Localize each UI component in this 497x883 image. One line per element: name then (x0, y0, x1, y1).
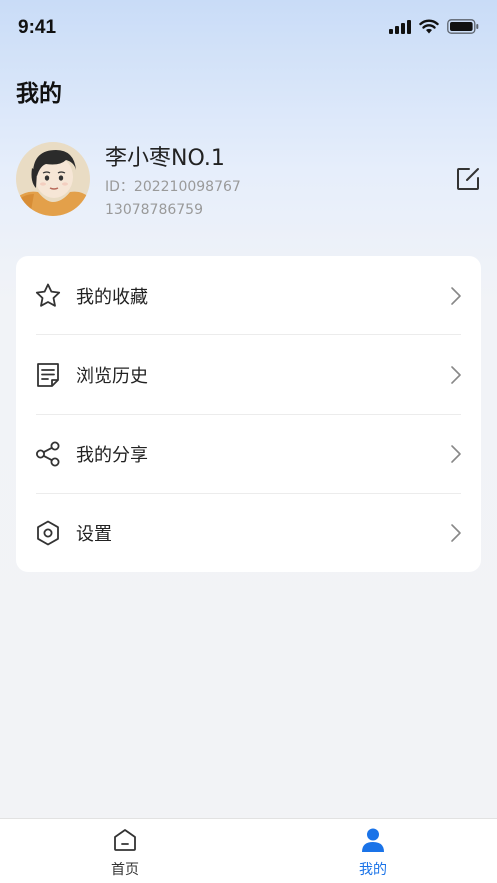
menu-item-favorites[interactable]: 我的收藏 (16, 256, 481, 335)
chevron-right-icon (451, 523, 461, 542)
home-icon (114, 829, 136, 851)
settings-hexagon-icon (37, 520, 59, 545)
profile-phone: 13078786759 (105, 202, 203, 218)
tab-home[interactable]: 首页 (55, 819, 195, 883)
profile-name: 李小枣NO.1 (105, 146, 225, 171)
tab-bar: 首页 我的 (0, 818, 497, 883)
menu-item-share[interactable]: 我的分享 (16, 414, 481, 493)
avatar[interactable] (16, 142, 90, 216)
battery-icon (447, 19, 479, 34)
share-icon (36, 441, 60, 466)
menu-item-settings[interactable]: 设置 (16, 493, 481, 572)
chevron-right-icon (451, 365, 461, 384)
person-icon (362, 828, 384, 852)
edit-icon (457, 168, 479, 190)
tab-label: 首页 (111, 862, 139, 878)
profile-id: ID：202210098767 (105, 179, 241, 195)
menu-item-label: 设置 (76, 523, 112, 545)
chevron-right-icon (451, 444, 461, 463)
wifi-icon (419, 19, 439, 34)
star-icon (35, 283, 61, 307)
menu-item-label: 我的收藏 (76, 286, 148, 308)
signal-icon (389, 19, 411, 34)
menu-item-label: 我的分享 (76, 444, 148, 466)
chevron-right-icon (451, 286, 461, 305)
avatar-illustration (16, 142, 90, 216)
status-icons (389, 19, 479, 34)
tab-label: 我的 (359, 862, 387, 878)
status-bar: 9:41 (0, 0, 497, 58)
edit-profile-button[interactable] (455, 166, 481, 192)
page-title: 我的 (16, 81, 62, 107)
profile-header[interactable]: 李小枣NO.1 ID：202210098767 13078786759 (16, 140, 481, 220)
tab-mine[interactable]: 我的 (303, 819, 443, 883)
status-time: 9:41 (18, 17, 57, 38)
menu-item-label: 浏览历史 (76, 365, 148, 387)
menu-card: 我的收藏 浏览历史 我的分享 设置 (16, 256, 481, 572)
menu-item-history[interactable]: 浏览历史 (16, 335, 481, 414)
document-icon (37, 362, 59, 387)
